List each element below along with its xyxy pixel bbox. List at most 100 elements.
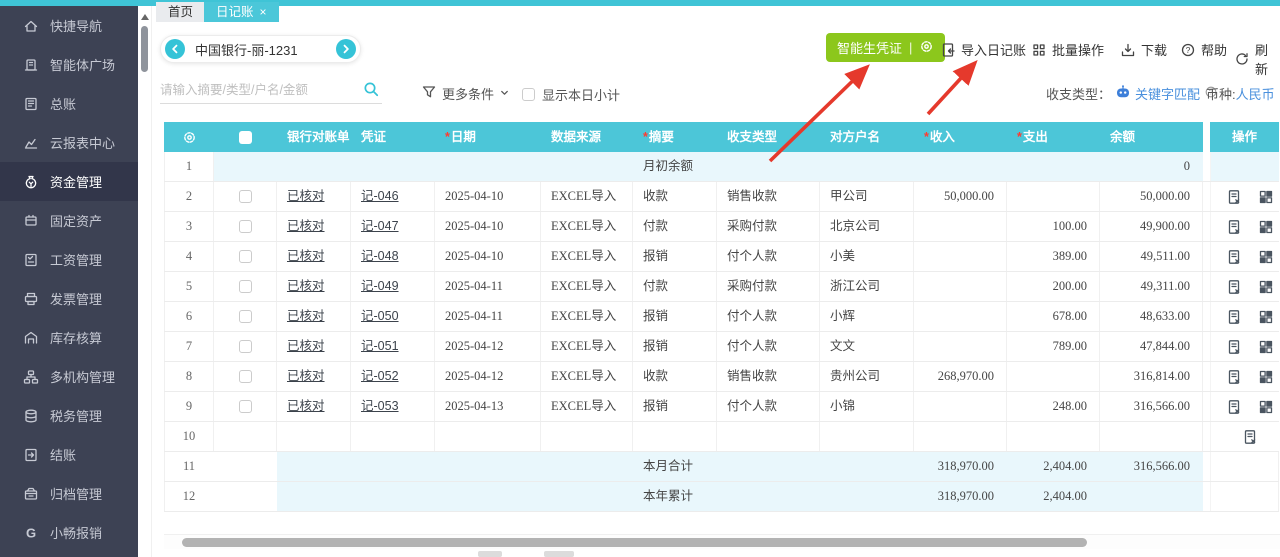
more-actions-grid-icon[interactable] bbox=[1258, 339, 1274, 355]
row-checkbox[interactable] bbox=[238, 400, 252, 413]
sidebar-item-xiaochang[interactable]: G 小畅报销 bbox=[0, 513, 138, 552]
sidebar-scrollbar-thumb[interactable] bbox=[141, 26, 148, 72]
row-checkbox[interactable] bbox=[238, 370, 252, 383]
row-checkbox[interactable] bbox=[238, 190, 252, 203]
bank-statement-link[interactable]: 已核对 bbox=[287, 249, 325, 263]
voucher-link[interactable]: 记-049 bbox=[361, 279, 399, 293]
search-icon[interactable] bbox=[363, 81, 380, 103]
close-tab-icon[interactable]: × bbox=[260, 2, 267, 22]
voucher-delete-icon[interactable] bbox=[1226, 249, 1242, 265]
sidebar-item-closing[interactable]: 结账 bbox=[0, 435, 138, 474]
row-checkbox[interactable] bbox=[238, 310, 252, 323]
voucher-link[interactable]: 记-051 bbox=[361, 339, 399, 353]
more-actions-grid-icon[interactable] bbox=[1258, 369, 1274, 385]
sidebar-item-ledger[interactable]: 总账 bbox=[0, 84, 138, 123]
sidebar-item-invoice[interactable]: 发票管理 bbox=[0, 279, 138, 318]
source-cell: EXCEL导入 bbox=[541, 302, 633, 331]
sidebar-item-agent-plaza[interactable]: 智能体广场 bbox=[0, 45, 138, 84]
more-actions-grid-icon[interactable] bbox=[1258, 279, 1274, 295]
scroll-up-arrow-icon[interactable] bbox=[141, 14, 149, 20]
voucher-link[interactable]: 记-050 bbox=[361, 309, 399, 323]
sidebar-item-multi-org[interactable]: 多机构管理 bbox=[0, 357, 138, 396]
voucher-delete-icon[interactable] bbox=[1226, 369, 1242, 385]
horizontal-scrollbar[interactable] bbox=[164, 534, 1280, 549]
table-row: 10 bbox=[164, 422, 1279, 452]
daily-subtotal-checkbox[interactable] bbox=[522, 88, 535, 101]
download-button[interactable]: 下载 bbox=[1120, 40, 1167, 59]
sidebar-item-home[interactable]: 快捷导航 bbox=[0, 6, 138, 45]
help-button[interactable]: ? 帮助 bbox=[1180, 40, 1227, 59]
bank-statement-link[interactable]: 已核对 bbox=[287, 339, 325, 353]
smart-voucher-button[interactable]: 智能生凭证 | bbox=[826, 33, 946, 62]
type-cell bbox=[717, 422, 820, 451]
prev-account-button[interactable] bbox=[165, 39, 185, 59]
party-cell: 贵州公司 bbox=[820, 362, 914, 391]
bank-statement-link[interactable]: 已核对 bbox=[287, 309, 325, 323]
refresh-button[interactable]: 刷新 bbox=[1234, 40, 1280, 78]
more-actions-grid-icon[interactable] bbox=[1258, 309, 1274, 325]
sidebar-item-funds[interactable]: 资金管理 bbox=[0, 162, 138, 201]
sidebar-item-payroll[interactable]: 工资管理 bbox=[0, 240, 138, 279]
horizontal-scrollbar-thumb[interactable] bbox=[182, 538, 1087, 547]
income-cell: 268,970.00 bbox=[914, 362, 1007, 391]
next-account-button[interactable] bbox=[335, 39, 356, 59]
row-checkbox[interactable] bbox=[238, 250, 252, 263]
sidebar-item-archive[interactable]: 归档管理 bbox=[0, 474, 138, 513]
select-all-checkbox[interactable] bbox=[214, 122, 277, 152]
voucher-delete-icon[interactable] bbox=[1226, 219, 1242, 235]
voucher-link[interactable]: 记-048 bbox=[361, 249, 399, 263]
bank-statement-link[interactable]: 已核对 bbox=[287, 279, 325, 293]
smart-voucher-label: 智能生凭证 bbox=[837, 41, 903, 56]
tab-home[interactable]: 首页 bbox=[156, 2, 206, 22]
home-icon bbox=[23, 18, 39, 34]
sidebar-item-fixed-assets[interactable]: 固定资产 bbox=[0, 201, 138, 240]
sidebar-item-tax[interactable]: 税务管理 bbox=[0, 396, 138, 435]
more-actions-grid-icon[interactable] bbox=[1258, 219, 1274, 235]
voucher-delete-icon[interactable] bbox=[1226, 399, 1242, 415]
ops-cell bbox=[1210, 152, 1279, 181]
gear-icon[interactable] bbox=[919, 39, 934, 57]
more-actions-grid-icon[interactable] bbox=[1258, 249, 1274, 265]
voucher-delete-icon[interactable] bbox=[1226, 339, 1242, 355]
bank-statement-link[interactable]: 已核对 bbox=[287, 399, 325, 413]
sidebar-item-inventory[interactable]: 库存核算 bbox=[0, 318, 138, 357]
row-checkbox[interactable] bbox=[238, 280, 252, 293]
balance-cell: 49,511.00 bbox=[1100, 242, 1203, 271]
voucher-delete-icon[interactable] bbox=[1242, 429, 1258, 445]
fixed-column-gap bbox=[1203, 482, 1210, 511]
bank-statement-link[interactable]: 已核对 bbox=[287, 189, 325, 203]
party-cell bbox=[820, 152, 914, 181]
select-all-checkbox-box[interactable] bbox=[239, 130, 252, 144]
source-cell: EXCEL导入 bbox=[541, 362, 633, 391]
voucher-delete-icon[interactable] bbox=[1226, 189, 1242, 205]
bank-statement-link bbox=[277, 482, 351, 511]
more-actions-grid-icon[interactable] bbox=[1258, 399, 1274, 415]
show-daily-subtotal-toggle[interactable]: 显示本日小计 bbox=[522, 85, 620, 104]
more-conditions-button[interactable]: 更多条件 bbox=[421, 84, 510, 103]
batch-actions-button[interactable]: 批量操作 bbox=[1031, 40, 1104, 59]
search-input[interactable] bbox=[160, 79, 350, 101]
keyword-match-link[interactable]: 关键字匹配 bbox=[1135, 84, 1200, 103]
voucher-delete-icon[interactable] bbox=[1226, 309, 1242, 325]
bank-statement-link[interactable]: 已核对 bbox=[287, 219, 325, 233]
voucher-link[interactable]: 记-052 bbox=[361, 369, 399, 383]
bank-statement-link[interactable]: 已核对 bbox=[287, 369, 325, 383]
party-cell: 小锦 bbox=[820, 392, 914, 421]
column-header-label: 收支类型 bbox=[727, 130, 778, 144]
tab-journal[interactable]: 日记账 × bbox=[204, 2, 279, 22]
import-journal-button[interactable]: 导入日记账 bbox=[940, 40, 1026, 59]
more-actions-grid-icon[interactable] bbox=[1258, 189, 1274, 205]
row-checkbox[interactable] bbox=[238, 220, 252, 233]
sidebar-item-cloud-report[interactable]: 云报表中心 bbox=[0, 123, 138, 162]
voucher-link[interactable]: 记-053 bbox=[361, 399, 399, 413]
voucher-link[interactable]: 记-047 bbox=[361, 219, 399, 233]
journal-page: 快捷导航 智能体广场 总账 云报表中心 资金管理 固定资产 工资管理 发票管理 库存核算 多机构管… bbox=[0, 0, 1280, 557]
bank-statement-link: 已核对 bbox=[277, 182, 351, 211]
column-settings-gear-icon[interactable] bbox=[164, 122, 214, 152]
sidebar-scrollbar[interactable] bbox=[138, 6, 152, 557]
row-checkbox[interactable] bbox=[238, 340, 252, 353]
summary-cell: 报销 bbox=[633, 392, 717, 421]
voucher-link[interactable]: 记-046 bbox=[361, 189, 399, 203]
income-cell bbox=[914, 332, 1007, 361]
voucher-delete-icon[interactable] bbox=[1226, 279, 1242, 295]
